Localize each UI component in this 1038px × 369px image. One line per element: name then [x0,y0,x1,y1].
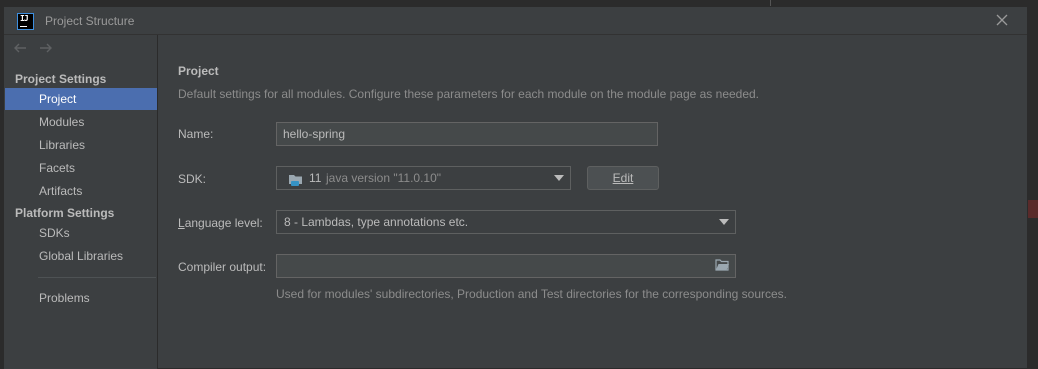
section-project-settings: Project Settings [15,72,107,86]
sidebar-item-libraries[interactable]: Libraries [5,134,157,156]
background-highlight [1028,200,1038,218]
background-editor-strip [1028,0,1038,369]
forward-arrow-icon[interactable] [38,41,54,55]
page-title: Project [178,64,219,78]
sidebar-item-sdks[interactable]: SDKs [5,222,157,244]
chevron-down-icon [554,175,564,181]
language-level-combo[interactable]: 8 - Lambdas, type annotations etc. [276,210,736,234]
compiler-output-hint: Used for modules' subdirectories, Produc… [276,287,787,301]
sdk-combo[interactable]: 11 java version "11.0.10" [276,166,571,190]
back-arrow-icon[interactable] [12,41,28,55]
sidebar-item-global-libraries[interactable]: Global Libraries [5,245,157,267]
sdk-label: SDK: [178,172,207,186]
language-level-label: Language level: [178,216,263,230]
compiler-output-field[interactable] [276,254,736,278]
sidebar-item-facets[interactable]: Facets [5,157,157,179]
chevron-down-icon [719,219,729,225]
sidebar-divider [38,277,156,278]
section-platform-settings: Platform Settings [15,206,115,220]
title-bar[interactable]: IJ Project Structure [4,7,1027,35]
project-structure-dialog: IJ Project Structure Project Settings Pr… [3,6,1028,369]
page-description: Default settings for all modules. Config… [178,87,760,101]
edit-sdk-button[interactable]: Edit [587,166,659,190]
sidebar-item-artifacts[interactable]: Artifacts [5,180,157,202]
sidebar: Project Settings Project Modules Librari… [4,35,158,369]
project-name-field[interactable]: hello-spring [276,122,658,146]
name-label: Name: [178,127,214,141]
edit-button-label: Edit [612,171,634,185]
close-icon[interactable] [993,11,1011,29]
sidebar-item-project[interactable]: Project [5,88,157,110]
sidebar-item-problems[interactable]: Problems [5,287,157,309]
sidebar-item-modules[interactable]: Modules [5,111,157,133]
sdk-number: 11 [309,171,322,185]
sdk-version: java version "11.0.10" [326,171,442,185]
language-level-value: 8 - Lambdas, type annotations etc. [284,215,469,229]
folder-browse-icon[interactable] [715,259,730,271]
intellij-app-icon: IJ [17,13,34,30]
dialog-title: Project Structure [45,14,135,28]
project-settings-panel: Project Default settings for all modules… [159,35,1027,368]
compiler-output-label: Compiler output: [178,260,267,274]
sdk-folder-icon [288,172,304,186]
